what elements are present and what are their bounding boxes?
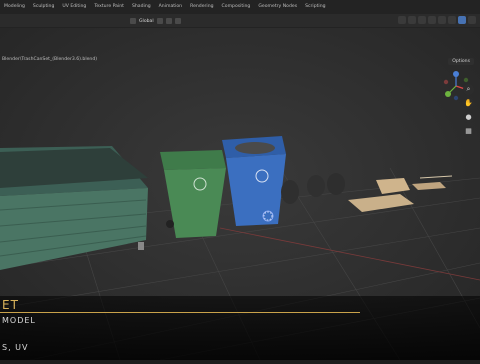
top-bar: Modeling Sculpting UV Editing Texture Pa… [0,0,480,28]
options-dropdown[interactable]: Options [448,58,474,65]
overlay-features: S, UV [2,343,29,352]
wireframe-shading-icon[interactable] [438,16,446,24]
workspace-tabs: Modeling Sculpting UV Editing Texture Pa… [0,0,330,13]
tab-scripting[interactable]: Scripting [301,0,329,13]
overlay-divider [0,312,360,313]
pan-hand-icon[interactable]: ✋ [463,98,474,109]
z-axis-icon[interactable] [453,71,459,77]
grid-icon[interactable]: ▦ [463,126,474,137]
tab-rendering[interactable]: Rendering [186,0,217,13]
neg-x-axis-icon[interactable] [443,79,449,85]
visibility-icon[interactable] [398,16,406,24]
overlay-toggle-icon[interactable] [418,16,426,24]
pivot-icon[interactable] [156,18,163,24]
snap-icon[interactable] [165,18,172,24]
tab-texture-paint[interactable]: Texture Paint [90,0,128,13]
overlay-title: ET [2,298,19,312]
zoom-icon[interactable]: ⌕ [463,84,474,95]
viewport-shading-controls [398,16,476,24]
rendered-shading-icon[interactable] [468,16,476,24]
tab-animation[interactable]: Animation [155,0,186,13]
neg-z-axis-icon[interactable] [453,95,459,101]
orientation-label: Global [139,18,154,24]
file-path: Blender\TrashCanSet_(Blender3.6).blend) [2,57,98,62]
material-preview-shading-icon[interactable] [458,16,466,24]
orientation-icon [130,18,136,24]
tab-shading[interactable]: Shading [128,0,155,13]
tab-compositing[interactable]: Compositing [218,0,255,13]
tab-modeling[interactable]: Modeling [0,0,29,13]
tab-uv-editing[interactable]: UV Editing [58,0,90,13]
neg-y-axis-icon[interactable] [463,77,469,83]
overlay-subtitle: MODEL [2,316,36,325]
tab-sculpting[interactable]: Sculpting [29,0,58,13]
xray-toggle-icon[interactable] [428,16,436,24]
transform-orientation[interactable]: Global [130,17,181,25]
proportional-edit-icon[interactable] [174,18,181,24]
viewport-header: Global [0,14,480,27]
y-axis-icon[interactable] [445,91,451,97]
camera-icon[interactable]: ● [463,112,474,123]
gizmo-toggle-icon[interactable] [408,16,416,24]
green-bin-model[interactable] [160,150,226,238]
promo-overlay [0,296,480,360]
tab-geometry-nodes[interactable]: Geometry Nodes [254,0,301,13]
solid-shading-icon[interactable] [448,16,456,24]
